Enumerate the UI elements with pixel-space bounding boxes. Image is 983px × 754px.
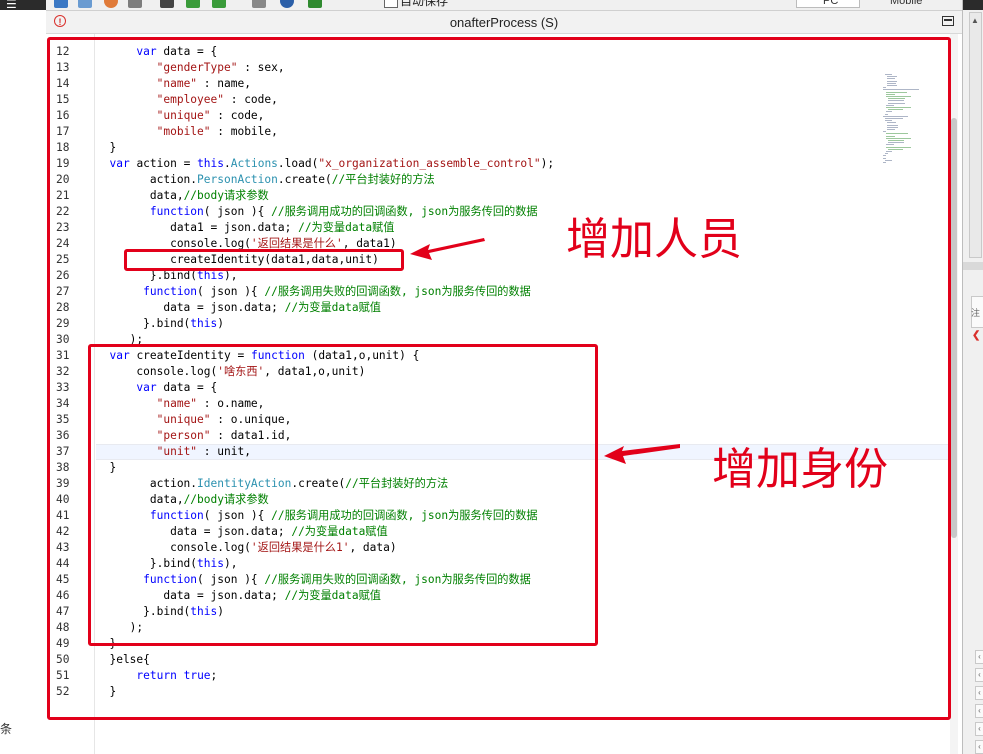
left-panel-strip: ☰ 条	[0, 0, 47, 754]
wand-icon[interactable]	[160, 0, 174, 8]
record-icon[interactable]	[104, 0, 118, 8]
help-icon[interactable]	[280, 0, 294, 8]
open-icon[interactable]	[78, 0, 92, 8]
minimize-icon[interactable]	[942, 16, 954, 26]
editor-title-bar: ! onafterProcess (S)	[46, 11, 962, 34]
print-icon[interactable]	[128, 0, 142, 8]
save-icon[interactable]	[54, 0, 68, 8]
view-pc-button[interactable]: PC	[796, 0, 860, 8]
editor-scrollbar-thumb[interactable]	[951, 118, 957, 538]
autosave-checkbox[interactable]	[384, 0, 398, 8]
editor-scrollbar[interactable]	[950, 34, 958, 754]
nav-left-icon-3[interactable]: ‹	[975, 686, 983, 700]
toolbar: 自动保存 PC Mobile	[46, 0, 962, 11]
nav-left-icon[interactable]: ‹	[975, 650, 983, 664]
right-panel-top-bar	[963, 0, 983, 10]
run-icon[interactable]	[308, 0, 322, 8]
right-panel-scrollbar[interactable]	[969, 12, 982, 258]
annotation-create-identity-box	[124, 249, 404, 271]
annotation-add-person-text: 增加人员	[566, 214, 742, 265]
collapse-arrow-icon[interactable]: ❮	[972, 330, 980, 341]
editor-title: onafterProcess (S)	[449, 15, 559, 30]
annotation-add-identity-text: 增加身份	[712, 444, 888, 495]
import-icon[interactable]	[212, 0, 226, 8]
right-panel-separator	[963, 262, 983, 270]
arrow-add-identity	[604, 444, 680, 464]
arrow-add-person	[410, 238, 485, 260]
scroll-up-icon[interactable]: ▲	[971, 16, 979, 25]
annotation-identity-function-box	[88, 344, 598, 646]
document-icon[interactable]	[252, 0, 266, 8]
left-panel-fragment-text: 条	[0, 722, 13, 736]
right-panel-fragment-label: 注	[971, 308, 981, 318]
nav-left-icon-2[interactable]: ‹	[975, 668, 983, 682]
nav-left-icon-6[interactable]: ‹	[975, 740, 983, 754]
nav-left-icon-4[interactable]: ‹	[975, 704, 983, 718]
view-mobile-button[interactable]: Mobile	[872, 0, 922, 8]
menu-icon[interactable]: ☰	[6, 0, 17, 10]
nav-left-icon-5[interactable]: ‹	[975, 722, 983, 736]
left-panel-top-bar: ☰	[0, 0, 46, 10]
export-icon[interactable]	[186, 0, 200, 8]
autosave-label: 自动保存	[400, 0, 449, 8]
right-panel: ▲ 注 ❮ ‹ ‹ ‹ ‹ ‹ ‹	[962, 0, 983, 754]
